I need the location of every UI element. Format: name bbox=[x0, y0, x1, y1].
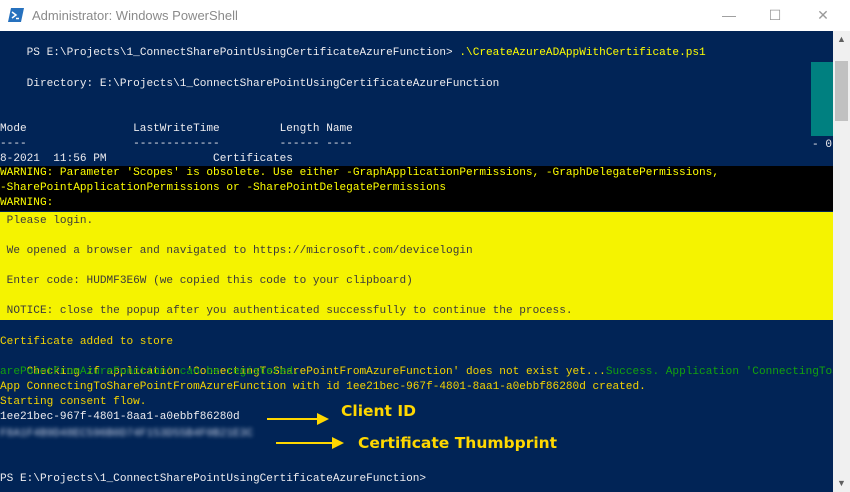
created-line: App ConnectingToSharePointFromAzureFunct… bbox=[0, 381, 646, 393]
warning-line: WARNING: Parameter 'Scopes' is obsolete.… bbox=[0, 167, 719, 179]
registered-line: arePointFromAzureFunction' can be regist… bbox=[0, 366, 300, 378]
prompt-line: PS E:\Projects\1_ConnectSharePointUsingC… bbox=[0, 31, 706, 59]
cert-added-line: Certificate added to store bbox=[0, 336, 174, 348]
close-button[interactable]: ✕ bbox=[800, 0, 846, 31]
login-line: Please login. bbox=[0, 215, 94, 227]
console-output[interactable]: PS E:\Projects\1_ConnectSharePointUsingC… bbox=[0, 31, 833, 492]
final-prompt-line: PS E:\Projects\1_ConnectSharePointUsingC… bbox=[0, 473, 427, 485]
warning-block: WARNING: Parameter 'Scopes' is obsolete.… bbox=[0, 166, 833, 211]
prompt-text: PS E:\Projects\1_ConnectSharePointUsingC… bbox=[26, 47, 460, 59]
command-text: .\CreateAzureADAppWithCertificate.ps1 bbox=[459, 47, 706, 59]
warning-line: WARNING: bbox=[0, 197, 54, 209]
edge-text: - 0 bbox=[812, 139, 832, 151]
directory-line: Directory: E:\Projects\1_ConnectSharePoi… bbox=[0, 78, 500, 90]
client-id-annotation: Client ID bbox=[341, 402, 416, 420]
client-id-arrow bbox=[267, 418, 319, 420]
checking-line: Checking if application 'ConnectingToSha… bbox=[0, 350, 833, 378]
login-line: NOTICE: close the popup after you authen… bbox=[0, 305, 573, 317]
window-title-bar: Administrator: Windows PowerShell — ☐ ✕ bbox=[0, 0, 850, 31]
thumbprint-annotation: Certificate Thumbprint bbox=[358, 434, 558, 452]
consent-line: Starting consent flow. bbox=[0, 396, 147, 408]
thumbprint-arrowhead bbox=[332, 437, 344, 449]
vertical-scrollbar[interactable]: ▲ ▼ bbox=[833, 31, 850, 492]
maximize-button[interactable]: ☐ bbox=[752, 0, 798, 31]
console-overflow-block bbox=[811, 62, 833, 136]
table-header: Mode LastWriteTime Length Name bbox=[0, 123, 353, 135]
success-text: Success. Application 'ConnectingToSh bbox=[605, 366, 833, 378]
warning-line: -SharePointApplicationPermissions or -Sh… bbox=[0, 182, 447, 194]
client-id-value: 1ee21bec-967f-4801-8aa1-a0ebbf86280d bbox=[0, 411, 240, 423]
thumbprint-arrow bbox=[276, 442, 334, 444]
client-id-arrowhead bbox=[317, 413, 329, 425]
scroll-up-icon[interactable]: ▲ bbox=[833, 31, 850, 48]
thumbprint-value: F8A1F4B9D48EC596B0D74F153D55B4F0B21E3C bbox=[0, 428, 253, 440]
login-line: Enter code: HUDMF3E6W (we copied this co… bbox=[0, 275, 413, 287]
table-separator: ---- ------------- ------ ---- bbox=[0, 138, 353, 150]
minimize-button[interactable]: — bbox=[706, 0, 752, 31]
powershell-icon bbox=[8, 8, 24, 22]
window-title: Administrator: Windows PowerShell bbox=[32, 8, 238, 23]
login-block: Please login. We opened a browser and na… bbox=[0, 212, 833, 320]
table-row: 8-2021 11:56 PM Certificates bbox=[0, 153, 293, 165]
scrollbar-thumb[interactable] bbox=[835, 61, 848, 121]
login-line: We opened a browser and navigated to htt… bbox=[0, 245, 473, 257]
scroll-down-icon[interactable]: ▼ bbox=[833, 475, 850, 492]
